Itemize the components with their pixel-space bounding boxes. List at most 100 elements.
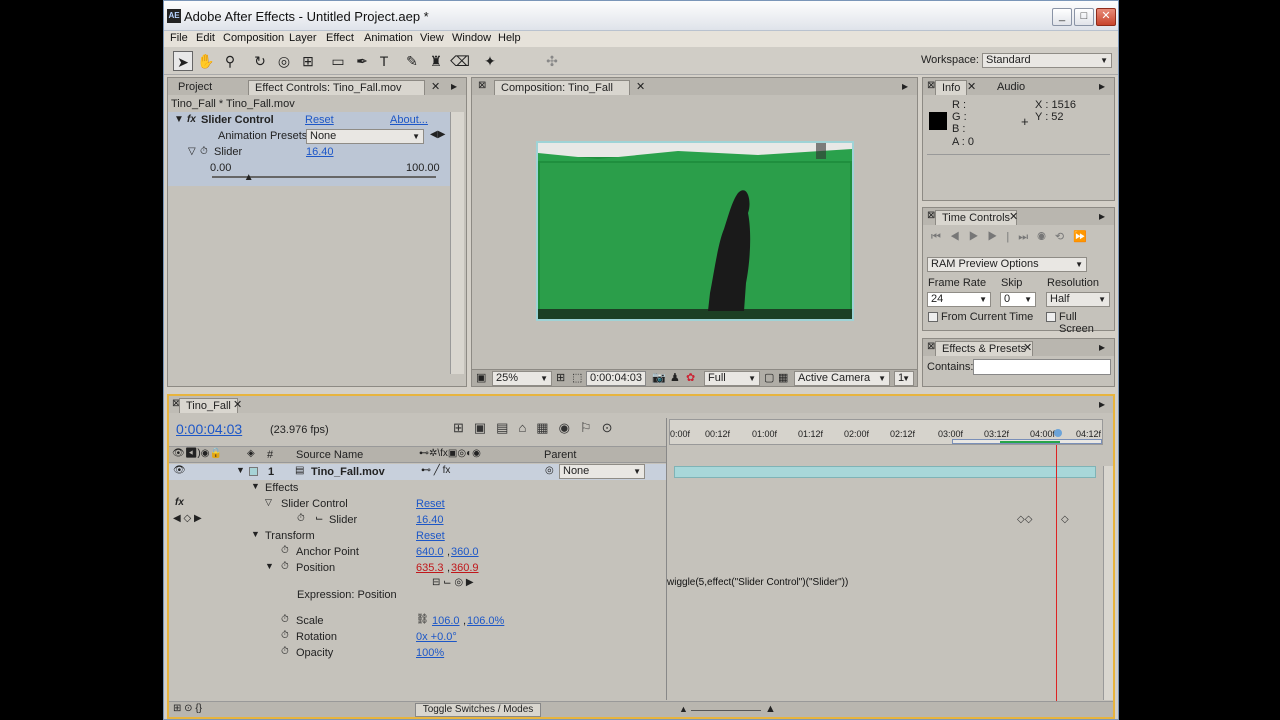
show-snapshot-icon[interactable]: ♟ bbox=[670, 371, 680, 384]
position-expand-icon[interactable]: ▼ bbox=[265, 561, 274, 571]
snapshot-icon[interactable]: 📷 bbox=[652, 371, 666, 384]
label-color-swatch[interactable] bbox=[249, 467, 258, 476]
eraser-tool-icon[interactable]: ⌫ bbox=[450, 51, 470, 71]
reset-link[interactable]: Reset bbox=[305, 114, 334, 126]
expand-arrow-icon[interactable]: ▼ bbox=[174, 114, 184, 125]
pen-tool-icon[interactable]: ✒ bbox=[352, 51, 372, 71]
timeline-switch-icons[interactable]: ⊞▣▤⌂▦◉⚐⊙ bbox=[453, 420, 622, 436]
menu-effect[interactable]: Effect bbox=[326, 32, 354, 44]
tab-effect-controls[interactable]: Effect Controls: Tino_Fall.mov bbox=[248, 80, 425, 95]
close-info-icon[interactable]: ✕ bbox=[967, 80, 976, 93]
position-y[interactable]: 360.9 bbox=[451, 562, 479, 574]
menu-animation[interactable]: Animation bbox=[364, 32, 413, 44]
layer-name[interactable]: Tino_Fall.mov bbox=[311, 466, 385, 478]
rotation-stopwatch-icon[interactable]: ⏱ bbox=[281, 630, 289, 641]
tc-menu-icon[interactable]: ▸ bbox=[1099, 209, 1105, 223]
minimize-button[interactable]: _ bbox=[1052, 8, 1072, 26]
tab-project[interactable]: Project bbox=[172, 80, 218, 95]
expression-controls-icon[interactable]: ⊟ ⌙ ◎ ▶ bbox=[432, 577, 474, 588]
layer-switches-icon[interactable]: ⊷ ╱ fx bbox=[421, 465, 450, 476]
slider-expand-icon[interactable]: ▽ bbox=[188, 146, 196, 157]
parent-select[interactable]: None bbox=[559, 464, 645, 479]
close-comp-tab-icon[interactable]: ✕ bbox=[636, 80, 645, 93]
rectangle-tool-icon[interactable]: ▭ bbox=[328, 51, 348, 71]
toggle-switches-button[interactable]: Toggle Switches / Modes bbox=[415, 703, 541, 717]
menu-help[interactable]: Help bbox=[498, 32, 521, 44]
layer-duration-bar[interactable] bbox=[674, 466, 1096, 478]
preset-nav-icon[interactable]: ◀▶ bbox=[430, 129, 445, 140]
resolution-select[interactable]: Full bbox=[704, 371, 760, 386]
axis-mode-icon[interactable]: ✣ bbox=[542, 51, 562, 71]
frame-rate-select[interactable]: 24 bbox=[927, 292, 991, 307]
ram-preview-select[interactable]: RAM Preview Options bbox=[927, 257, 1087, 272]
rotation-tool-icon[interactable]: ↻ bbox=[250, 51, 270, 71]
pan-behind-tool-icon[interactable]: ⊞ bbox=[298, 51, 318, 71]
footer-icons[interactable]: ⊞ ⊙ {} bbox=[173, 703, 202, 714]
eye-icon[interactable]: 👁 bbox=[173, 465, 186, 476]
about-link[interactable]: About... bbox=[390, 114, 428, 126]
tab-timeline[interactable]: Tino_Fall bbox=[179, 398, 238, 413]
menu-window[interactable]: Window bbox=[452, 32, 491, 44]
pickwhip-icon[interactable]: ◎ bbox=[545, 465, 554, 476]
close-tab-icon[interactable]: ✕ bbox=[431, 80, 440, 93]
menu-layer[interactable]: Layer bbox=[289, 32, 317, 44]
close-button[interactable]: ✕ bbox=[1096, 8, 1116, 26]
position-stopwatch-icon[interactable]: ⏱ bbox=[281, 561, 289, 572]
info-menu-icon[interactable]: ▸ bbox=[1099, 79, 1105, 93]
close-timeline-icon[interactable]: ✕ bbox=[233, 398, 242, 411]
current-time-display[interactable]: 0:00:04:03 bbox=[586, 371, 646, 386]
presets-select[interactable]: None bbox=[306, 129, 424, 144]
constrain-proportions-icon[interactable]: ⛓ bbox=[416, 614, 429, 625]
channel-icon[interactable]: ✿ bbox=[686, 371, 695, 384]
contains-search-input[interactable] bbox=[973, 359, 1111, 375]
graph-icon[interactable]: ⌙ bbox=[315, 513, 323, 524]
brush-tool-icon[interactable]: ✎ bbox=[402, 51, 422, 71]
mask-visibility-icon[interactable]: ⬚ bbox=[572, 371, 582, 384]
anchor-x[interactable]: 640.0 bbox=[416, 546, 444, 558]
full-screen-checkbox[interactable] bbox=[1046, 312, 1056, 322]
lock-icon[interactable]: ⊠ bbox=[478, 80, 486, 91]
safe-margins-icon[interactable]: ⊞ bbox=[556, 371, 565, 384]
tab-info[interactable]: Info bbox=[935, 80, 968, 95]
skip-select[interactable]: 0 bbox=[1000, 292, 1036, 307]
timeline-zoom-slider[interactable] bbox=[691, 710, 761, 711]
close-effects-presets-icon[interactable]: ✕ bbox=[1023, 341, 1032, 354]
slider-thumb[interactable]: ▲ bbox=[244, 172, 254, 183]
tab-audio[interactable]: Audio bbox=[991, 80, 1031, 95]
keyframe-1-icon[interactable]: ◇◇ bbox=[1017, 514, 1032, 525]
menu-composition[interactable]: Composition bbox=[223, 32, 284, 44]
anchor-y[interactable]: 360.0 bbox=[451, 546, 479, 558]
scale-x[interactable]: 106.0 bbox=[432, 615, 460, 627]
tab-time-controls[interactable]: Time Controls bbox=[935, 210, 1018, 225]
opacity-stopwatch-icon[interactable]: ⏱ bbox=[281, 646, 289, 657]
panel-menu-icon[interactable]: ▸ bbox=[451, 79, 457, 93]
tab-effects-presets[interactable]: Effects & Presets bbox=[935, 341, 1034, 356]
camera-select[interactable]: Active Camera bbox=[794, 371, 890, 386]
effects-expand-icon[interactable]: ▼ bbox=[251, 481, 260, 491]
time-ruler[interactable]: 0:00f 00:12f 01:00f 01:12f 02:00f 02:12f… bbox=[669, 419, 1103, 445]
expression-text[interactable]: wiggle(5,effect("Slider Control")("Slide… bbox=[667, 577, 848, 588]
transform-reset[interactable]: Reset bbox=[416, 530, 445, 542]
menu-view[interactable]: View bbox=[420, 32, 444, 44]
region-of-interest-icon[interactable]: ▢ bbox=[764, 371, 774, 384]
type-tool-icon[interactable]: T bbox=[374, 51, 394, 71]
rotation-value[interactable]: 0x +0.0° bbox=[416, 631, 457, 643]
timeline-slider-value[interactable]: 16.40 bbox=[416, 514, 444, 526]
fx-icon[interactable]: fx bbox=[187, 114, 196, 125]
transparency-grid-icon[interactable]: ▦ bbox=[778, 371, 788, 384]
clone-stamp-tool-icon[interactable]: ♜ bbox=[426, 51, 446, 71]
scale-y[interactable]: 106.0% bbox=[467, 615, 504, 627]
maximize-button[interactable]: □ bbox=[1074, 8, 1094, 26]
layer-row[interactable]: 👁 ▼ 1 ▤ Tino_Fall.mov ⊷ ╱ fx ◎ None bbox=[169, 464, 666, 480]
layer-expand-icon[interactable]: ▼ bbox=[236, 465, 245, 475]
keyframe-nav-icon[interactable]: ◀ ◇ ▶ bbox=[173, 513, 202, 524]
transform-expand-icon[interactable]: ▼ bbox=[251, 529, 260, 539]
zoom-out-icon[interactable]: ▲ bbox=[679, 704, 688, 714]
panel-scrollbar[interactable] bbox=[450, 112, 464, 374]
close-time-controls-icon[interactable]: ✕ bbox=[1009, 210, 1018, 223]
opacity-value[interactable]: 100% bbox=[416, 647, 444, 659]
comp-panel-menu-icon[interactable]: ▸ bbox=[902, 79, 908, 93]
timeline-timecode[interactable]: 0:00:04:03 bbox=[176, 421, 242, 437]
keyframe-2-icon[interactable]: ◇ bbox=[1061, 514, 1069, 525]
puppet-tool-icon[interactable]: ✦ bbox=[480, 51, 500, 71]
